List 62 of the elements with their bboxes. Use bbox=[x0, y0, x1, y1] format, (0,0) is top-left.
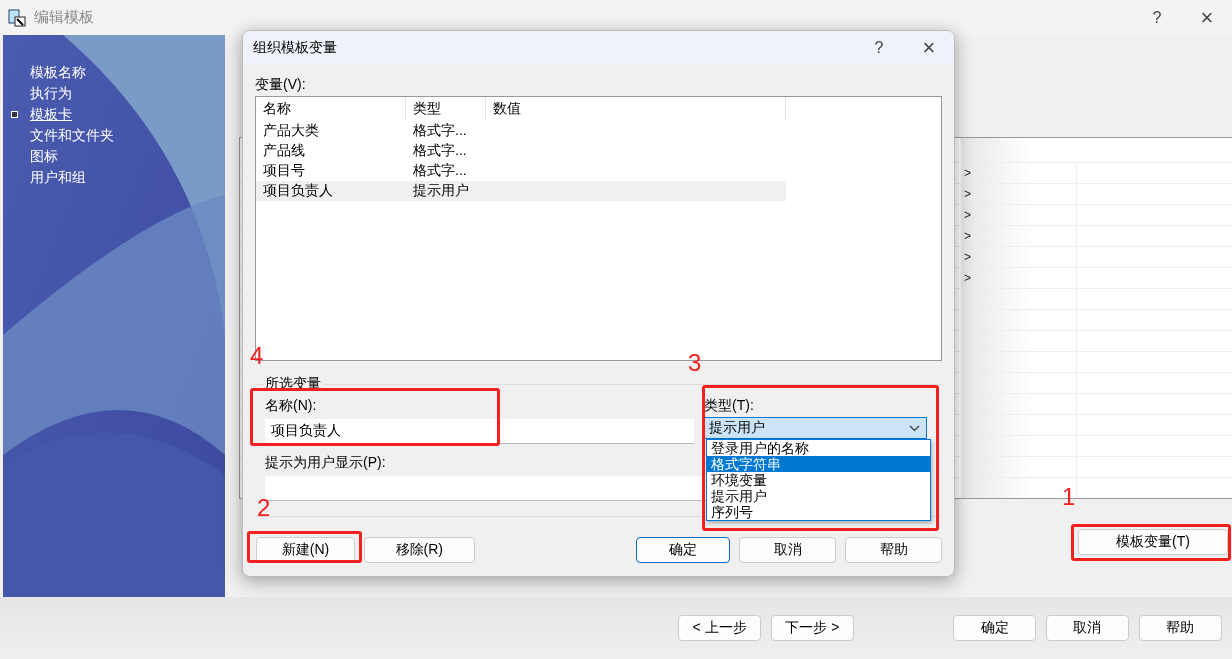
sidebar-item[interactable]: 模板名称 bbox=[30, 63, 86, 82]
table-cell: > bbox=[964, 250, 971, 264]
variable-type: 提示用户 bbox=[412, 182, 469, 200]
callout-number: 2 bbox=[257, 495, 271, 521]
name-label: 名称(N): bbox=[265, 397, 317, 415]
callout-number: 1 bbox=[1062, 484, 1076, 510]
dropdown-option[interactable]: 提示用户 bbox=[707, 488, 930, 504]
table-cell: > bbox=[964, 208, 971, 222]
variable-name: 项目号 bbox=[262, 162, 306, 180]
dialog-button[interactable]: 新建(N) bbox=[256, 537, 355, 563]
variable-name: 项目负责人 bbox=[262, 182, 334, 200]
list-row[interactable]: 项目负责人 提示用户 bbox=[256, 181, 786, 201]
dialog-button[interactable]: 确定 bbox=[636, 537, 731, 563]
dropdown-option[interactable]: 序列号 bbox=[707, 504, 930, 520]
callout-number: 3 bbox=[688, 350, 702, 376]
list-row[interactable]: 产品线 格式字... bbox=[256, 141, 786, 161]
help-button[interactable]: ? bbox=[1132, 2, 1182, 33]
callout-number: 4 bbox=[250, 343, 264, 369]
type-dropdown[interactable]: 提示用户 bbox=[704, 417, 927, 439]
sidebar-item[interactable]: 图标 bbox=[30, 147, 58, 166]
variable-type: 格式字... bbox=[412, 122, 467, 140]
name-field[interactable]: 项目负责人 bbox=[265, 419, 694, 444]
window-title: 编辑模板 bbox=[34, 8, 95, 27]
sidebar-item[interactable]: 文件和文件夹 bbox=[30, 126, 114, 145]
dropdown-option[interactable]: 登录用户的名称 bbox=[707, 440, 930, 456]
close-button[interactable]: × bbox=[1182, 2, 1232, 33]
variable-type: 格式字... bbox=[412, 142, 467, 160]
footer-button[interactable]: 帮助 bbox=[1139, 615, 1222, 641]
table-cell: > bbox=[964, 187, 971, 201]
footer-button[interactable]: 确定 bbox=[953, 615, 1036, 641]
close-button[interactable]: × bbox=[904, 32, 954, 63]
list-row[interactable]: 产品大类 格式字... bbox=[256, 121, 786, 141]
type-label: 类型(T): bbox=[704, 397, 754, 415]
table-cell: > bbox=[964, 271, 971, 285]
help-button[interactable]: ? bbox=[854, 32, 904, 63]
dropdown-option[interactable]: 格式字符串 bbox=[707, 456, 930, 472]
sidebar-item[interactable]: 执行为 bbox=[30, 84, 72, 103]
dialog-button[interactable]: 帮助 bbox=[845, 537, 942, 563]
caret-icon bbox=[909, 424, 920, 432]
footer-button[interactable]: 下一步 > bbox=[771, 615, 854, 641]
sidebar-item[interactable]: 模板卡 bbox=[30, 105, 72, 124]
document-icon bbox=[8, 8, 26, 27]
dropdown-option[interactable]: 环境变量 bbox=[707, 472, 930, 488]
sidebar-item[interactable]: 用户和组 bbox=[30, 168, 86, 187]
variable-name: 产品线 bbox=[262, 142, 306, 160]
column-header[interactable]: 名称 bbox=[256, 97, 406, 121]
table-cell: > bbox=[964, 229, 971, 243]
dialog-title: 组织模板变量 bbox=[253, 38, 338, 57]
footer-button[interactable]: 取消 bbox=[1046, 615, 1129, 641]
variable-type: 格式字... bbox=[412, 162, 467, 180]
footer-button[interactable]: < 上一步 bbox=[678, 615, 761, 641]
dialog-button[interactable]: 移除(R) bbox=[363, 537, 475, 563]
variables-label: 变量(V): bbox=[255, 76, 306, 94]
prompt-label: 提示为用户显示(P): bbox=[265, 454, 386, 472]
bullet-icon bbox=[11, 111, 18, 118]
column-header[interactable]: 数值 bbox=[486, 97, 786, 121]
list-row[interactable]: 项目号 格式字... bbox=[256, 161, 786, 181]
column-header[interactable]: 类型 bbox=[406, 97, 486, 121]
variable-name: 产品大类 bbox=[262, 122, 320, 140]
template-variables-button[interactable]: 模板变量(T) bbox=[1078, 529, 1228, 555]
dialog-button[interactable]: 取消 bbox=[739, 537, 837, 563]
table-cell: > bbox=[964, 166, 971, 180]
